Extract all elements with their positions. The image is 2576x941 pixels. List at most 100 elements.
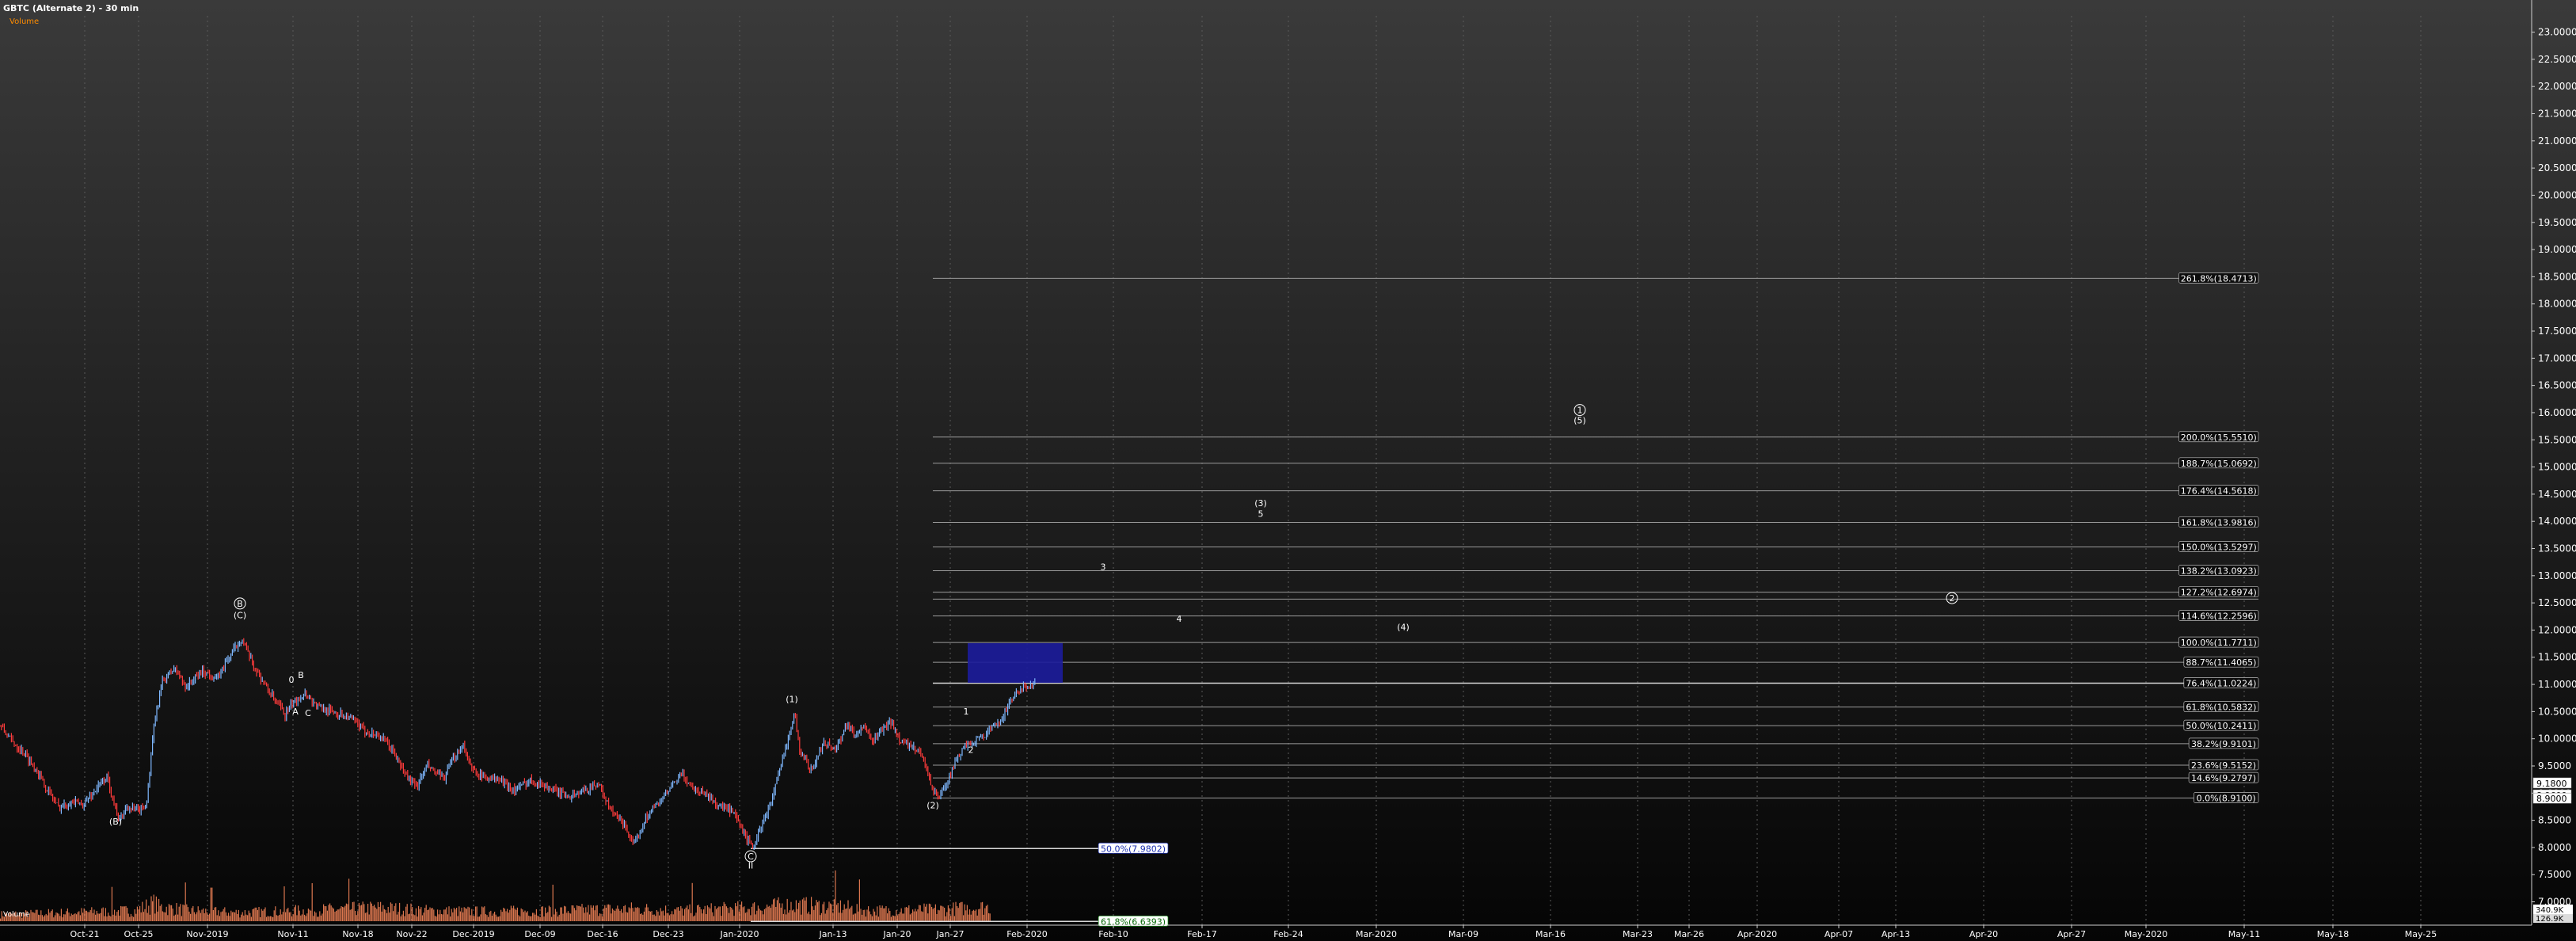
volume-bar [851, 905, 853, 921]
volume-bar [870, 914, 872, 921]
volume-bar [402, 910, 404, 921]
volume-bar [643, 911, 645, 921]
volume-bar [459, 911, 461, 921]
volume-bar [440, 914, 442, 921]
volume-bar [596, 905, 598, 921]
volume-bar [51, 909, 53, 921]
volume-bar [868, 906, 869, 921]
volume-bar [906, 907, 907, 921]
y-tick-label: 23.0000 [2538, 27, 2576, 38]
y-tick-label: 16.0000 [2538, 407, 2576, 418]
volume-bar [494, 912, 496, 921]
chart-subtitle: Volume [10, 17, 39, 26]
volume-bar [277, 916, 279, 921]
volume-bar [965, 910, 967, 921]
volume-bar [738, 911, 740, 921]
volume-bar [567, 911, 569, 921]
volume-bar [843, 904, 845, 921]
volume-bar [488, 916, 489, 921]
x-tick-label: May-11 [2228, 929, 2261, 939]
volume-bar [273, 910, 275, 921]
volume-bar [697, 905, 698, 921]
volume-bar [736, 906, 737, 921]
y-tick-label: 7.5000 [2538, 869, 2571, 880]
volume-bar [184, 905, 185, 921]
volume-bar [529, 916, 531, 921]
chart-title: GBTC (Alternate 2) - 30 min [3, 3, 139, 13]
volume-bar [188, 911, 190, 921]
volume-bar [313, 916, 314, 921]
volume-bar [135, 913, 137, 921]
volume-bar [969, 909, 971, 921]
wave-label-text: 5 [1258, 509, 1264, 520]
volume-bar [662, 910, 664, 921]
volume-bar [421, 915, 423, 921]
volume-bar [143, 912, 144, 921]
volume-bar [330, 905, 332, 921]
volume-bar [209, 913, 211, 921]
volume-bar [712, 912, 713, 921]
volume-bar [218, 910, 219, 921]
volume-bar [226, 915, 228, 921]
y-tick-label: 21.5000 [2538, 109, 2576, 120]
wave-label: (C) [234, 610, 246, 620]
volume-bar [161, 904, 162, 921]
volume-bar [291, 916, 293, 921]
volume-bar [200, 912, 201, 921]
volume-bar [328, 905, 329, 921]
volume-bar [383, 909, 385, 921]
volume-bar [167, 915, 169, 921]
volume-bar [112, 914, 114, 921]
volume-bar [746, 912, 748, 921]
x-tick-label: Nov-11 [277, 929, 308, 939]
volume-bar [59, 916, 61, 921]
volume-bar [780, 907, 782, 921]
x-tick-label: Jan-27 [936, 929, 965, 939]
y-tick-label: 20.5000 [2538, 162, 2576, 173]
volume-bar [310, 910, 312, 921]
volume-bar [539, 916, 541, 921]
volume-bar [201, 909, 203, 921]
volume-bar [551, 916, 553, 921]
volume-bar [725, 906, 727, 921]
x-tick-label: Apr-20 [1969, 929, 1998, 939]
volume-bar [731, 908, 732, 921]
volume-bar [358, 902, 360, 921]
volume-bar [632, 908, 634, 921]
volume-bar [241, 914, 242, 921]
volume-bar [253, 909, 255, 921]
volume-bar [737, 901, 739, 921]
volume-bar [429, 907, 431, 921]
volume-bar [91, 907, 93, 921]
volume-bar [862, 909, 864, 921]
volume-bar [545, 907, 546, 921]
volume-bar [355, 911, 356, 921]
y-tick-label: 10.0000 [2538, 733, 2576, 745]
volume-bar [216, 915, 218, 921]
volume-bar [385, 909, 386, 921]
volume-bar [605, 908, 607, 921]
volume-bar [32, 912, 34, 921]
volume-bar [275, 906, 276, 921]
volume-bar [896, 915, 898, 921]
volume-bar [138, 909, 139, 921]
volume-bar [594, 910, 595, 921]
volume-bar [795, 900, 797, 921]
volume-bar [81, 908, 82, 921]
volume-bar [934, 904, 936, 921]
volume-bar [661, 911, 663, 921]
volume-bar [485, 914, 486, 921]
volume-bar [410, 903, 412, 921]
volume-bar [394, 905, 395, 921]
volume-bar [247, 915, 249, 921]
volume-bar [713, 916, 714, 921]
volume-bar [790, 901, 792, 921]
volume-bar [127, 913, 129, 921]
wave-label-text: (3) [1254, 498, 1267, 509]
volume-bar [443, 909, 445, 921]
volume-bar [64, 914, 66, 921]
price-chart[interactable]: 261.8%(18.4713) 200.0%(15.5510) 188.7%(15.… [0, 0, 2576, 941]
fib-label: 38.2%(9.9101) [2191, 739, 2256, 749]
volume-bar [450, 916, 451, 921]
volume-bar [357, 911, 359, 921]
